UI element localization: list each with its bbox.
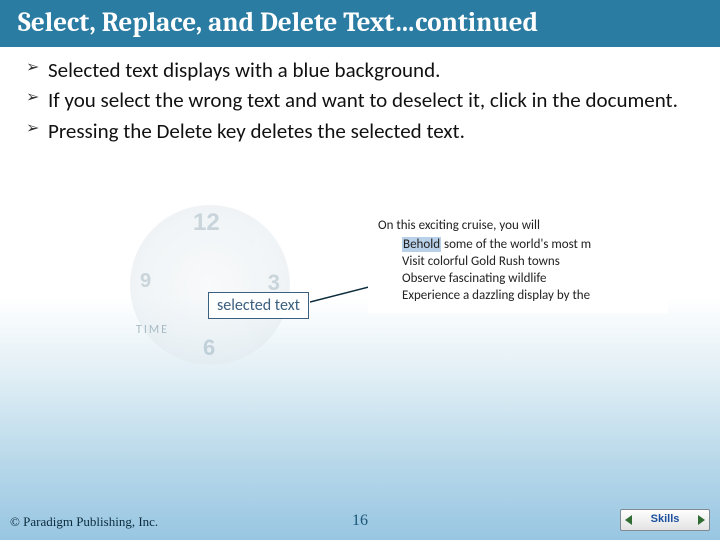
callout-selected-text: selected text xyxy=(208,292,309,319)
illustration: 12 3 6 9 TIME selected text On this exci… xyxy=(100,210,660,390)
doc-item-pre: Observe fascinating wildlife xyxy=(402,271,546,286)
bullet-item: If you select the wrong text and want to… xyxy=(26,87,694,113)
doc-item-pre: Visit colorful Gold Rush towns xyxy=(402,254,560,269)
skills-button-label: Skills xyxy=(621,513,709,525)
clock-icon: 12 3 6 9 TIME xyxy=(130,205,290,365)
page-number: 16 xyxy=(352,512,368,530)
document-preview: On this exciting cruise, you will Behold… xyxy=(368,212,668,313)
doc-list-item: Behold some of the world's most m xyxy=(402,237,668,252)
doc-intro-text: On this exciting cruise, you will xyxy=(368,218,668,237)
footer: © Paradigm Publishing, Inc. 16 Skills xyxy=(0,504,720,534)
clock-num-12: 12 xyxy=(193,209,220,237)
doc-list-item: Experience a dazzling display by the xyxy=(402,288,668,303)
clock-num-6: 6 xyxy=(203,335,215,361)
slide-title: Select, Replace, and Delete Text…continu… xyxy=(0,0,720,47)
bullet-item: Pressing the Delete key deletes the sele… xyxy=(26,118,694,144)
doc-item-post: some of the world's most m xyxy=(441,237,591,252)
doc-item-pre: Experience a dazzling display by the xyxy=(402,288,590,303)
triangle-right-icon xyxy=(698,515,705,525)
doc-list-item: Observe fascinating wildlife xyxy=(402,271,668,286)
bullet-list: Selected text displays with a blue backg… xyxy=(0,57,720,144)
copyright-text: © Paradigm Publishing, Inc. xyxy=(10,514,158,530)
doc-list-item: Visit colorful Gold Rush towns xyxy=(402,254,668,269)
selected-text-highlight: Behold xyxy=(402,237,441,252)
clock-time-label: TIME xyxy=(136,323,169,337)
bullet-item: Selected text displays with a blue backg… xyxy=(26,57,694,83)
clock-num-9: 9 xyxy=(140,270,151,293)
skills-button[interactable]: Skills xyxy=(620,509,710,531)
